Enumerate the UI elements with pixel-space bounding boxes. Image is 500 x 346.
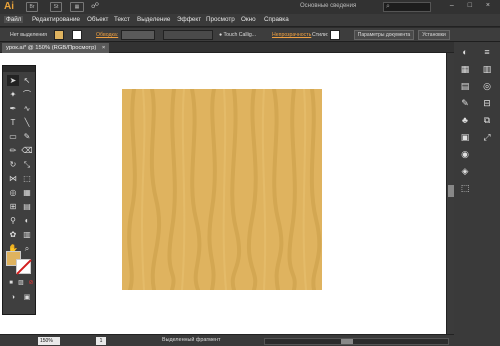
transform-icon[interactable]: ⤢ bbox=[480, 131, 494, 143]
arrange-documents-icon[interactable]: ▦ bbox=[70, 2, 84, 12]
variable-width-profile[interactable] bbox=[163, 30, 213, 40]
graphic-styles-icon[interactable]: ▣ bbox=[458, 131, 472, 143]
symbol-sprayer-icon[interactable]: ✿ bbox=[7, 229, 19, 240]
graphic-style-swatch[interactable] bbox=[330, 30, 340, 40]
status-bar: 150% 1 Выделенный фрагмент bbox=[0, 334, 454, 346]
blend-icon[interactable]: ◐ bbox=[21, 215, 33, 226]
gradient-panel-icon[interactable]: ▥ bbox=[480, 63, 494, 75]
close-icon[interactable]: × bbox=[102, 45, 105, 51]
pathfinder-icon[interactable]: ⧉ bbox=[480, 114, 494, 126]
menu-bar: Файл Редактирование Объект Текст Выделен… bbox=[0, 14, 500, 27]
selection-tool-icon[interactable]: ➤ bbox=[7, 75, 19, 86]
color-panel-icon[interactable]: ◐ bbox=[458, 46, 472, 58]
zoom-icon[interactable]: ⌕ bbox=[21, 243, 33, 254]
stock-icon[interactable]: St bbox=[50, 2, 62, 12]
layers-icon[interactable]: ◈ bbox=[458, 165, 472, 177]
status-message[interactable]: Выделенный фрагмент bbox=[162, 337, 220, 343]
workspace-switcher[interactable]: Основные сведения bbox=[300, 3, 356, 9]
menu-object[interactable]: Объект bbox=[87, 16, 108, 23]
vertical-scrollbar[interactable] bbox=[446, 53, 454, 334]
app-logo: Ai bbox=[4, 1, 14, 12]
magic-wand-icon[interactable]: ✦ bbox=[7, 89, 19, 100]
line-icon[interactable]: ╲ bbox=[21, 117, 33, 128]
fill-color-swatch[interactable] bbox=[54, 30, 64, 40]
brush-definition[interactable]: ● Touch Callig... bbox=[219, 32, 256, 38]
scale-icon[interactable]: ⤡ bbox=[21, 159, 33, 170]
rectangle-icon[interactable]: ▭ bbox=[7, 131, 19, 142]
styles-label: Стили: bbox=[312, 32, 329, 38]
align-icon[interactable]: ⊟ bbox=[480, 97, 494, 109]
symbols-icon[interactable]: ♣ bbox=[458, 114, 472, 126]
paintbrush-icon[interactable]: ✎ bbox=[21, 131, 33, 142]
eraser-icon[interactable]: ⌫ bbox=[21, 145, 33, 156]
menu-select[interactable]: Выделение bbox=[137, 16, 170, 23]
tools-panel-header[interactable] bbox=[3, 66, 35, 72]
canvas-area[interactable] bbox=[0, 53, 446, 334]
tools-panel: ➤ ↖ ✦ ⌒ ✒ ∿ T ╲ ▭ ✎ ✏ ⌫ ↻ ⤡ ⋈ ⬚ ◎ ▦ ⊞ ▤ … bbox=[2, 65, 36, 315]
search-input[interactable]: ⌕ bbox=[383, 2, 431, 12]
mesh-icon[interactable]: ⊞ bbox=[7, 201, 19, 212]
menu-file[interactable]: Файл bbox=[4, 16, 24, 23]
document-setup-button[interactable]: Параметры документа bbox=[354, 30, 414, 40]
artboards-icon[interactable]: ⬚ bbox=[458, 182, 472, 194]
horizontal-scroll-thumb[interactable] bbox=[341, 339, 353, 344]
artboard-wood-texture[interactable] bbox=[122, 89, 322, 290]
opacity-label[interactable]: Непрозрачность bbox=[272, 32, 311, 38]
eyedropper-icon[interactable]: ⚲ bbox=[7, 215, 19, 226]
preferences-button[interactable]: Установки bbox=[418, 30, 450, 40]
gpu-performance-icon[interactable]: ☍ bbox=[90, 2, 100, 12]
color-guide-icon[interactable]: ▦ bbox=[458, 63, 472, 75]
shape-builder-icon[interactable]: ◎ bbox=[7, 187, 19, 198]
stroke-swatch[interactable] bbox=[16, 259, 31, 274]
curvature-icon[interactable]: ∿ bbox=[21, 103, 33, 114]
dock-column-left: ◐ ▦ ▤ ✎ ♣ ▣ ◉ ◈ ⬚ bbox=[456, 46, 474, 199]
dock-column-right: ≡ ▥ ◎ ⊟ ⧉ ⤢ bbox=[478, 46, 496, 148]
menu-edit[interactable]: Редактирование bbox=[32, 16, 80, 23]
pencil-icon[interactable]: ✏ bbox=[7, 145, 19, 156]
draw-mode-icon[interactable]: ◑ bbox=[7, 292, 19, 303]
rotate-icon[interactable]: ↻ bbox=[7, 159, 19, 170]
panel-dock: ◐ ▦ ▤ ✎ ♣ ▣ ◉ ◈ ⬚ ≡ ▥ ◎ ⊟ ⧉ ⤢ bbox=[454, 42, 500, 346]
stroke-color-swatch[interactable] bbox=[72, 30, 82, 40]
pen-icon[interactable]: ✒ bbox=[7, 103, 19, 114]
lasso-icon[interactable]: ⌒ bbox=[21, 89, 33, 100]
none-mode-icon[interactable]: ⊘ bbox=[25, 278, 37, 289]
free-transform-icon[interactable]: ⬚ bbox=[21, 173, 33, 184]
stroke-weight-field[interactable] bbox=[121, 30, 155, 40]
menu-help[interactable]: Справка bbox=[264, 16, 289, 23]
document-tab-title: урок.ai* @ 150% (RGB/Просмотр) bbox=[6, 45, 97, 51]
bridge-icon[interactable]: Br bbox=[26, 2, 38, 12]
graph-icon[interactable]: ▥ bbox=[21, 229, 33, 240]
wood-grain-artwork bbox=[122, 89, 322, 290]
appearance-icon[interactable]: ◉ bbox=[458, 148, 472, 160]
zoom-level-field[interactable]: 150% bbox=[38, 337, 60, 345]
document-tab-bar: урок.ai* @ 150% (RGB/Просмотр) × bbox=[0, 42, 458, 53]
horizontal-scrollbar[interactable] bbox=[264, 338, 449, 345]
menu-effect[interactable]: Эффект bbox=[177, 16, 201, 23]
menu-type[interactable]: Текст bbox=[114, 16, 130, 23]
menu-view[interactable]: Просмотр bbox=[206, 16, 235, 23]
selection-status: Нет выделения bbox=[10, 32, 47, 38]
screen-mode-icon[interactable]: ▣ bbox=[21, 292, 33, 303]
menu-window[interactable]: Окно bbox=[241, 16, 256, 23]
direct-selection-icon[interactable]: ↖ bbox=[21, 75, 33, 86]
window-controls[interactable]: – □ × bbox=[450, 2, 496, 9]
transparency-icon[interactable]: ◎ bbox=[480, 80, 494, 92]
search-icon: ⌕ bbox=[386, 3, 390, 10]
control-bar: Нет выделения Обводка: ● Touch Callig...… bbox=[0, 28, 500, 42]
brushes-icon[interactable]: ✎ bbox=[458, 97, 472, 109]
swatches-icon[interactable]: ▤ bbox=[458, 80, 472, 92]
stroke-label[interactable]: Обводка: bbox=[96, 32, 118, 38]
type-icon[interactable]: T bbox=[7, 117, 19, 128]
perspective-grid-icon[interactable]: ▦ bbox=[21, 187, 33, 198]
artboard-number-field[interactable]: 1 bbox=[96, 337, 106, 345]
stroke-panel-icon[interactable]: ≡ bbox=[480, 46, 494, 58]
gradient-icon[interactable]: ▤ bbox=[21, 201, 33, 212]
width-icon[interactable]: ⋈ bbox=[7, 173, 19, 184]
document-tab[interactable]: урок.ai* @ 150% (RGB/Просмотр) × bbox=[2, 43, 110, 53]
title-bar: Ai Br St ▦ ☍ Основные сведения ⌕ – □ × bbox=[0, 0, 500, 14]
